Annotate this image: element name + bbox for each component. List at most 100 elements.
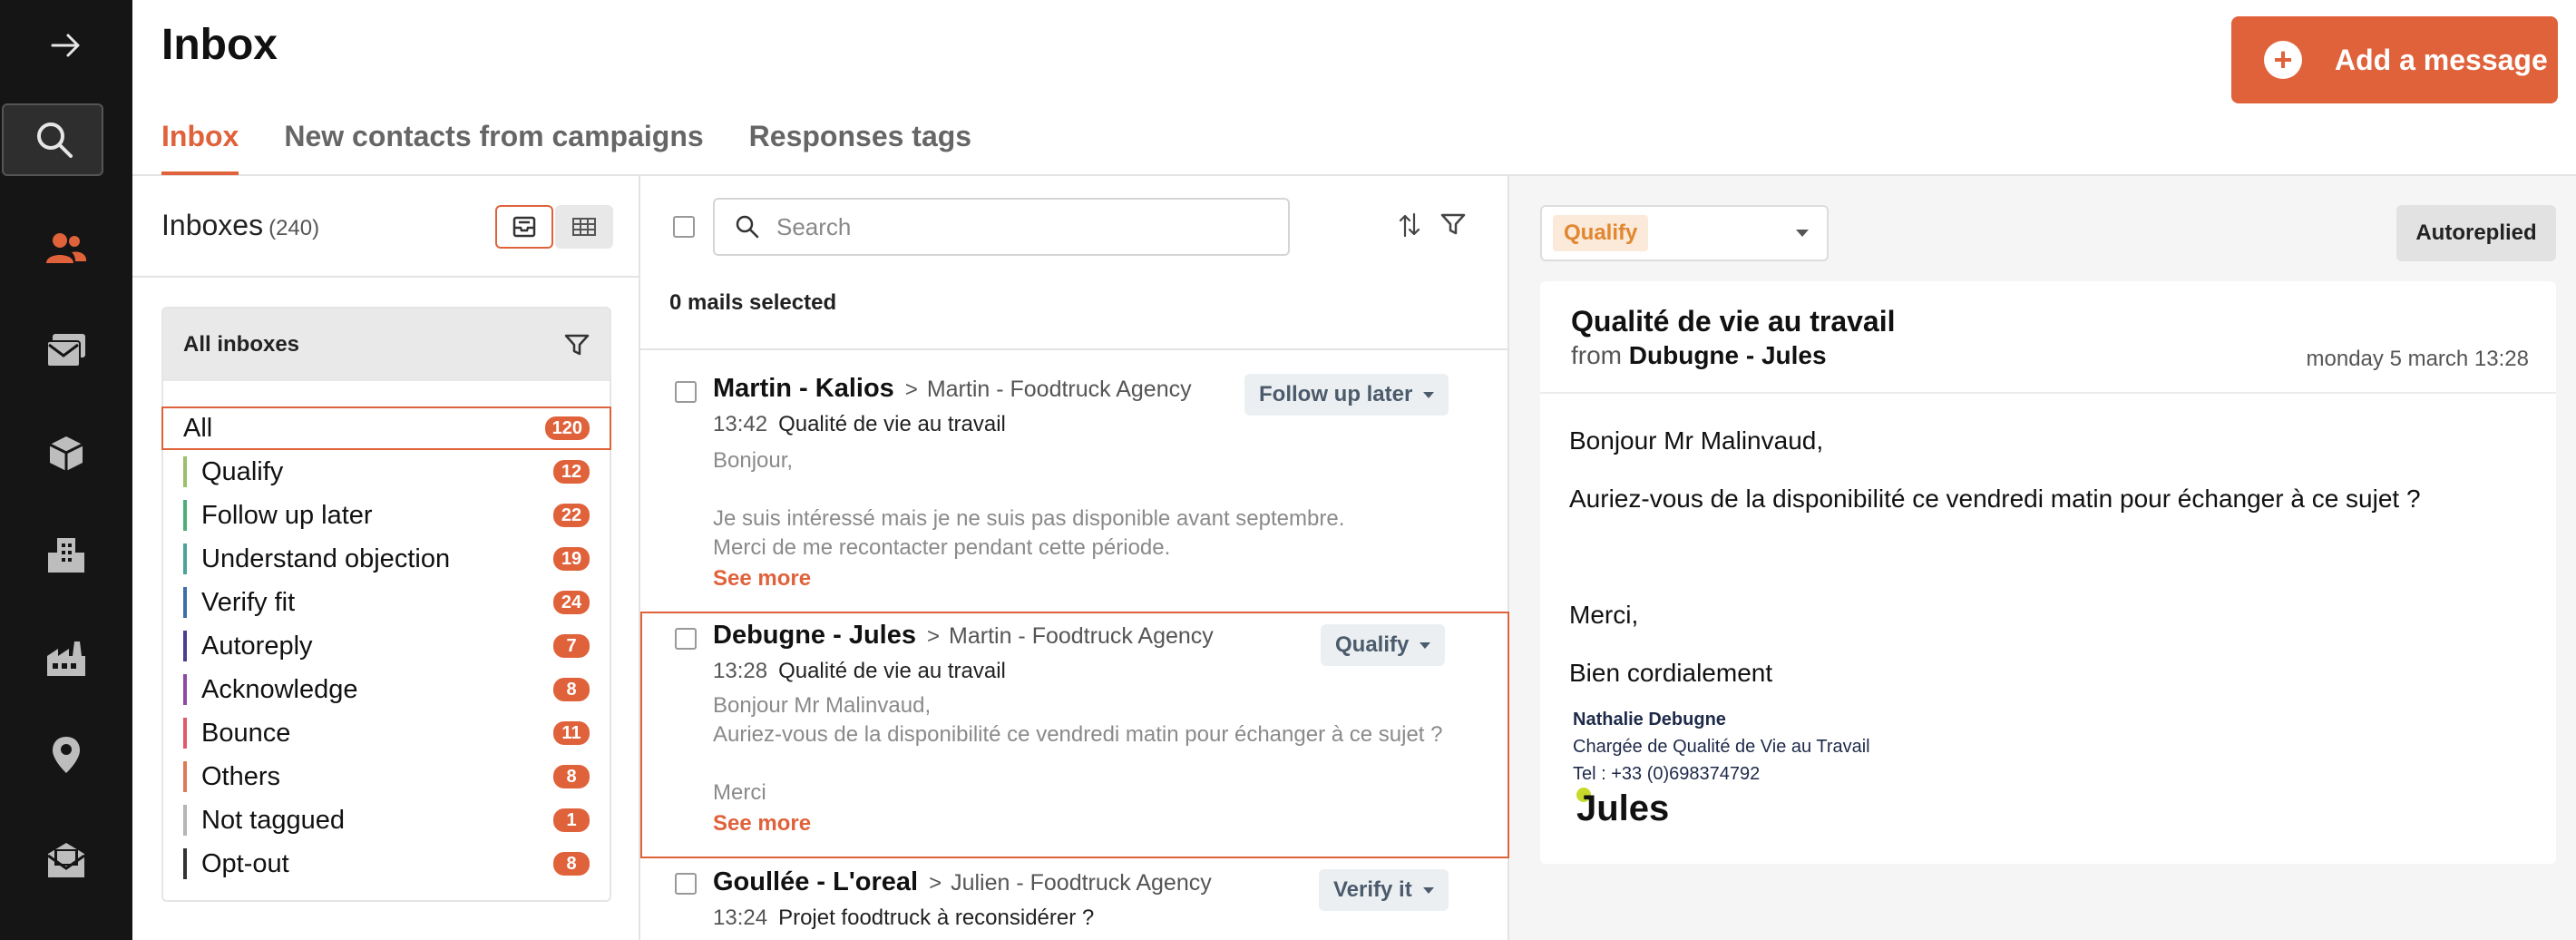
preview-blank-line (713, 749, 1442, 778)
inbox-item-label: All (183, 413, 213, 443)
inbox-item-qualify[interactable]: Qualify 12 (163, 450, 610, 494)
rail-item-contacts[interactable] (0, 212, 132, 285)
message-agency: Martin - Foodtruck Agency (949, 623, 1214, 649)
inbox-item-opt-out[interactable]: Opt-out 8 (163, 842, 610, 886)
preview-line: Bonjour Mr Malinvaud, (713, 693, 932, 718)
divider (132, 276, 640, 278)
count-badge: 8 (553, 852, 590, 876)
search-rail-button[interactable] (2, 103, 103, 176)
inboxes-count: (240) (268, 216, 320, 240)
cube-icon (49, 436, 83, 471)
users-icon (46, 233, 87, 263)
message-time: 13:28 (713, 659, 768, 683)
message-row[interactable]: Martin - Kalios > Martin - Foodtruck Agenc… (640, 354, 1509, 608)
message-meta: 13:24 Projet foodtruck à reconsidérer ? (713, 906, 1094, 931)
message-header: Martin - Kalios > Martin - Foodtruck Agenc… (713, 374, 1192, 404)
view-toggle (495, 205, 615, 249)
count-badge: 8 (553, 765, 590, 788)
chevron-right-icon: > (929, 871, 942, 896)
mail-thanks: Merci, (1569, 601, 1639, 629)
chevron-right-icon: > (904, 377, 918, 402)
color-bar (183, 631, 187, 661)
message-checkbox[interactable] (675, 628, 697, 650)
divider (640, 348, 1509, 350)
tag-label: Verify it (1333, 877, 1412, 902)
rail-item-companies[interactable] (0, 519, 132, 592)
tab-new-contacts[interactable]: New contacts from campaigns (284, 120, 703, 175)
qualification-value: Qualify (1553, 215, 1649, 251)
inbox-view-button[interactable] (495, 205, 553, 249)
arrow-right-icon (51, 34, 80, 57)
inbox-item-verify-fit[interactable]: Verify fit 24 (163, 581, 610, 624)
autoreplied-button[interactable]: Autoreplied (2396, 205, 2556, 261)
tab-inbox[interactable]: Inbox (161, 120, 239, 175)
caret-down-icon (1420, 641, 1431, 649)
inbox-item-label: Acknowledge (201, 674, 358, 704)
message-row[interactable]: Debugne - Jules > Martin - Foodtruck Agenc… (640, 612, 1509, 858)
tab-responses-tags[interactable]: Responses tags (749, 120, 971, 175)
app-root: Inbox Inbox New contacts from campaigns … (0, 0, 2576, 940)
rail-item-industries[interactable] (0, 622, 132, 695)
left-rail (0, 0, 132, 940)
tag-dropdown[interactable]: Qualify (1321, 624, 1446, 666)
count-badge: 8 (553, 678, 590, 701)
inbox-item-autoreply[interactable]: Autoreply 7 (163, 624, 610, 668)
tag-dropdown[interactable]: Follow up later (1244, 374, 1449, 416)
inbox-item-bounce[interactable]: Bounce 11 (163, 711, 610, 755)
inbox-item-others[interactable]: Others 8 (163, 755, 610, 798)
message-list-panel: 0 mails selected Martin - Kalios>Martin … (640, 176, 1509, 940)
logo-text: Jules (1576, 788, 1669, 826)
filter-button[interactable] (1440, 212, 1466, 242)
signature-role: Chargée de Qualité de Vie au Travail (1573, 737, 1870, 757)
message-checkbox[interactable] (675, 381, 697, 403)
count-badge: 12 (553, 460, 590, 484)
tag-dropdown[interactable]: Verify it (1319, 869, 1449, 911)
filter-icon[interactable] (564, 333, 590, 357)
inbox-item-acknowledge[interactable]: Acknowledge 8 (163, 668, 610, 711)
expand-rail-button[interactable] (0, 9, 132, 82)
sort-button[interactable] (1399, 212, 1420, 242)
message-sender: Goullée - L'oreal (713, 867, 919, 896)
add-message-button[interactable]: + Add a message (2231, 16, 2558, 103)
see-more-link[interactable]: See more (713, 566, 811, 592)
table-grid-icon (572, 218, 596, 236)
rail-item-locations[interactable] (0, 719, 132, 791)
message-subject: Projet foodtruck à reconsidérer ? (778, 906, 1095, 930)
rail-item-mailbox[interactable] (0, 824, 132, 896)
mail-subject: Qualité de vie au travail (1571, 305, 1896, 338)
jules-logo: Jules (1573, 786, 1709, 830)
inboxes-heading: Inboxes (240) (161, 209, 319, 242)
inbox-item-label: Opt-out (201, 848, 289, 878)
inbox-item-understand-objection[interactable]: Understand objection 19 (163, 537, 610, 581)
count-badge: 120 (544, 416, 590, 440)
from-name: Dubugne - Jules (1628, 341, 1827, 369)
count-badge: 11 (553, 721, 590, 745)
mail-paragraph: Auriez-vous de la disponibilité ce vendr… (1569, 485, 2421, 513)
rail-item-inbox[interactable] (0, 314, 132, 387)
signature-phone: Tel : +33 (0)698374792 (1573, 764, 1761, 784)
count-badge: 19 (553, 547, 590, 571)
search-icon (736, 215, 759, 239)
message-row[interactable]: Goullée - L'oreal > Julien - Foodtruck Age… (640, 860, 1509, 940)
message-sender: Martin - Kalios (713, 374, 894, 403)
inbox-item-follow-up-later[interactable]: Follow up later 22 (163, 494, 610, 537)
rail-item-products[interactable] (0, 417, 132, 490)
plus-icon: + (2264, 41, 2302, 79)
message-meta: 13:42 Qualité de vie au travail (713, 412, 1006, 437)
table-view-button[interactable] (555, 205, 613, 249)
sort-arrows-icon (1399, 212, 1420, 238)
message-preview: Bonjour Mr Malinvaud, Auriez-vous de la … (713, 691, 1442, 808)
qualification-select[interactable]: Qualify (1540, 205, 1829, 261)
signature-name: Nathalie Debugne (1573, 710, 1726, 730)
message-checkbox[interactable] (675, 873, 697, 895)
see-more-link[interactable]: See more (713, 811, 811, 837)
inbox-item-label: Understand objection (201, 543, 451, 573)
message-header: Goullée - L'oreal > Julien - Foodtruck Age… (713, 867, 1212, 897)
inbox-item-all[interactable]: All 120 (161, 406, 611, 450)
tag-label: Qualify (1335, 632, 1410, 657)
inbox-item-not-taggued[interactable]: Not taggued 1 (163, 798, 610, 842)
search-input[interactable] (776, 212, 1266, 241)
select-all-checkbox[interactable] (673, 216, 695, 238)
inbox-item-label: Verify fit (201, 587, 296, 617)
message-agency: Martin - Foodtruck Agency (926, 377, 1192, 402)
